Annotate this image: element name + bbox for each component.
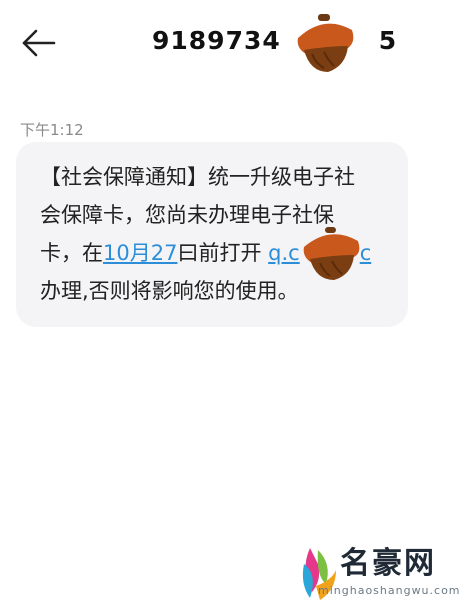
- message-text-segment: 卡，在: [40, 241, 103, 265]
- url-link-start: q.c: [268, 241, 300, 265]
- sender-number-visible: 9189734: [152, 26, 281, 55]
- watermark-brand: 名豪网: [340, 546, 436, 581]
- acorn-sticker-icon: [297, 14, 354, 72]
- date-link[interactable]: 10月27: [103, 241, 177, 265]
- back-arrow-icon[interactable]: [18, 26, 58, 60]
- sender-number: 9189734 5: [152, 26, 397, 55]
- message-text-segment: 曰前打开: [177, 241, 269, 265]
- conversation-header: 9189734 5: [0, 0, 468, 90]
- watermark-url: minghaoshangwu.com: [318, 584, 461, 597]
- sender-number-tail: 5: [378, 26, 398, 55]
- acorn-sticker-icon: [303, 227, 360, 280]
- message-timestamp: 下午1:12: [20, 121, 84, 139]
- message-line: 【社会保障通知】统一升级电子社: [40, 165, 355, 189]
